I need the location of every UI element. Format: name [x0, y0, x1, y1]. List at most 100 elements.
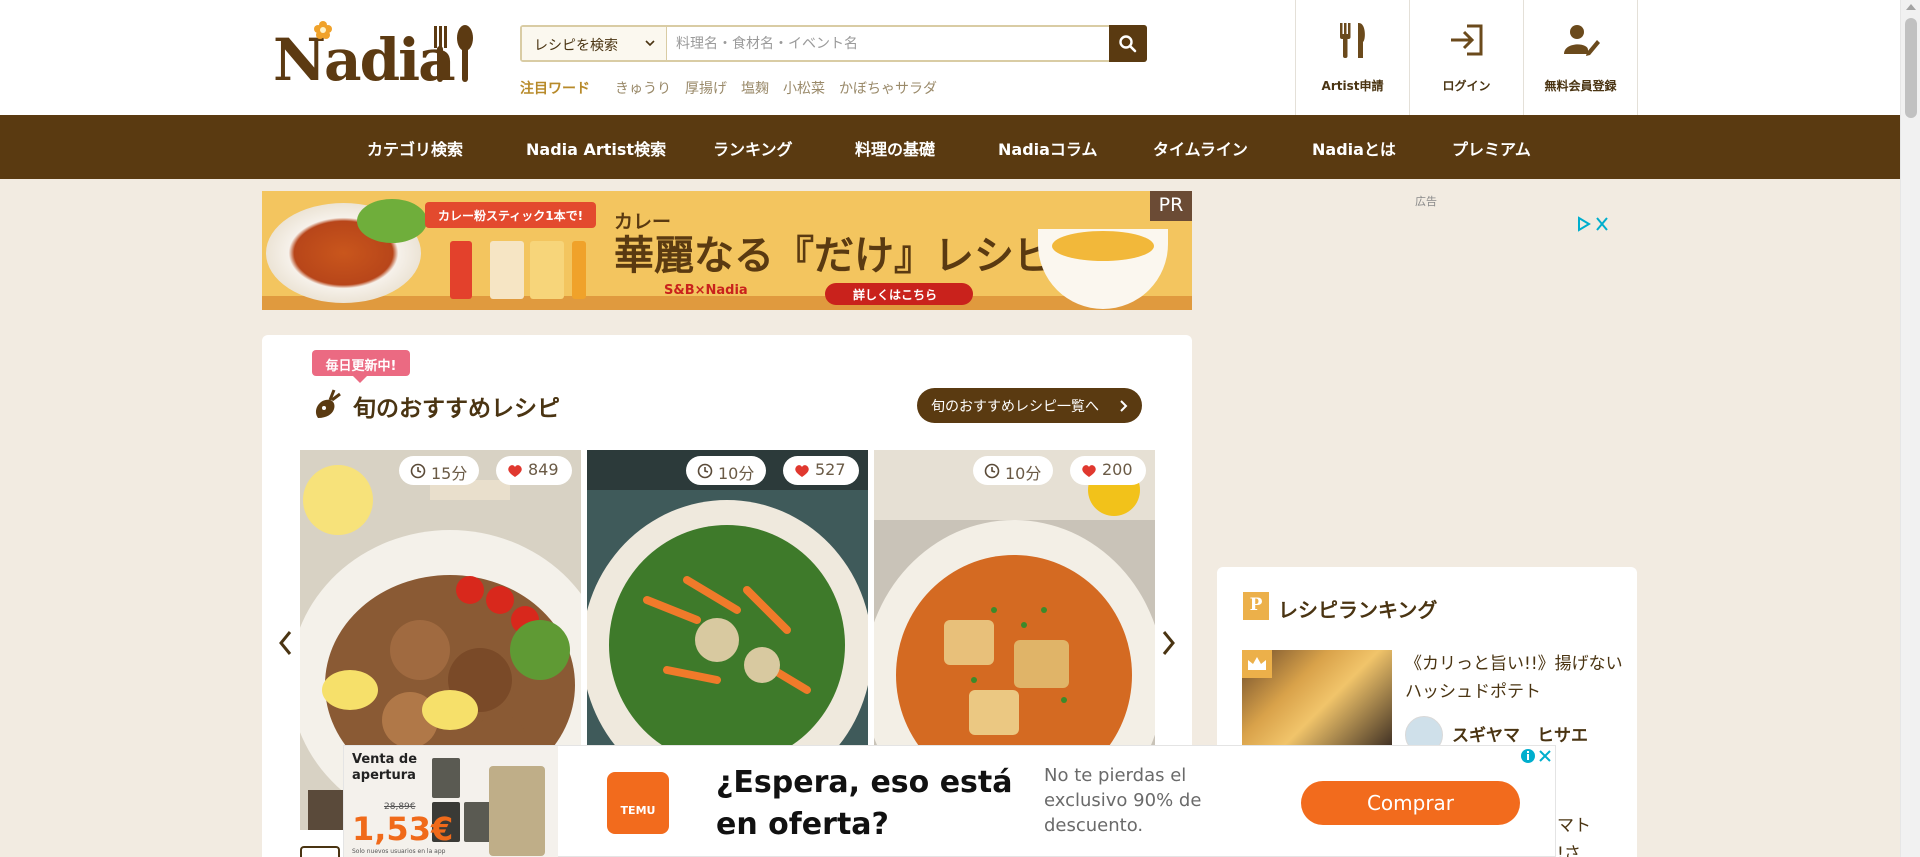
product-stick — [450, 241, 472, 299]
chevron-right-icon — [1120, 400, 1128, 412]
ad-product-image — [489, 766, 545, 856]
nav-artist-search[interactable]: Nadia Artist検索 — [526, 136, 666, 160]
cook-time: 10分 — [1005, 464, 1042, 483]
clock-icon — [984, 463, 1000, 479]
product-pack — [490, 241, 524, 299]
heart-icon — [1082, 465, 1096, 477]
keyword-link[interactable]: 塩麹 — [741, 78, 769, 98]
ad-product-image: Venta de apertura 28,89€ 1,53€ Solo nuev… — [344, 746, 558, 857]
ad-buy-button[interactable]: Comprar — [1301, 781, 1520, 825]
product-pack — [530, 241, 564, 299]
keyword-link[interactable]: 厚揚げ — [685, 78, 727, 98]
temu-logo: TEMU — [607, 772, 669, 834]
flower-icon — [314, 21, 332, 39]
user-edit-icon — [1564, 25, 1600, 56]
product-stick — [572, 241, 586, 299]
bottom-ad-banner[interactable]: Venta de apertura 28,89€ 1,53€ Solo nuev… — [343, 745, 1556, 857]
like-count-badge: 527 — [783, 456, 859, 485]
ad-close-icon[interactable] — [1519, 747, 1555, 765]
section-title: 旬のおすすめレシピ — [353, 396, 560, 422]
ranking-icon-letter: P — [1249, 595, 1263, 615]
nadia-logo[interactable]: Nadia — [273, 20, 483, 94]
search-icon — [1119, 35, 1137, 53]
like-count: 527 — [815, 460, 846, 479]
ranking-recipe-name[interactable]: 《カリっと旨い!!》揚げないハッシュドポテト — [1405, 650, 1625, 706]
search-type-select[interactable]: レシピを検索 — [522, 27, 667, 60]
keyword-link[interactable]: かぼちゃサラダ — [839, 78, 937, 98]
login-button[interactable]: ログイン — [1410, 0, 1524, 115]
register-label: 無料会員登録 — [1544, 79, 1617, 93]
search-input[interactable] — [668, 27, 1108, 60]
pr-badge: PR — [1150, 191, 1192, 221]
recommend-link-label: 旬のおすすめレシピ一覧へ — [931, 399, 1099, 415]
cook-time-badge: 10分 — [686, 456, 766, 485]
nav-cooking-basics[interactable]: 料理の基礎 — [855, 136, 935, 160]
nav-category-search[interactable]: カテゴリ検索 — [367, 136, 463, 160]
like-count: 849 — [528, 460, 559, 479]
clock-icon — [410, 463, 426, 479]
heart-icon — [508, 465, 522, 477]
nav-column[interactable]: Nadiaコラム — [998, 136, 1097, 160]
banner-brand: S&B×Nadia — [664, 283, 748, 298]
search-button[interactable] — [1109, 25, 1147, 62]
keyword-link[interactable]: きゅうり — [615, 78, 671, 98]
ad-sale-text: Venta de apertura — [352, 752, 418, 783]
like-count: 200 — [1102, 460, 1133, 479]
ad-description: No te pierdas el exclusivo 90% de descue… — [1044, 765, 1202, 836]
chevron-down-icon — [645, 40, 655, 47]
ad-product-image — [432, 758, 460, 798]
ranking-user-name[interactable]: スギヤマ ヒサエ — [1452, 721, 1588, 746]
clock-icon — [697, 463, 713, 479]
scroll-up-icon[interactable] — [1906, 4, 1916, 10]
keyword-link[interactable]: 小松菜 — [783, 78, 825, 98]
nav-about[interactable]: Nadiaとは — [1312, 136, 1396, 160]
banner-tag: カレー粉スティック1本で! — [425, 202, 596, 228]
ad-fine-print: Solo nuevos usuarios en la app — [352, 848, 446, 855]
banner-stripe — [262, 296, 1192, 310]
page-scrollbar[interactable] — [1900, 0, 1920, 857]
scrollbar-thumb[interactable] — [1905, 18, 1917, 118]
register-button[interactable]: 無料会員登録 — [1524, 0, 1638, 115]
crown-icon — [1242, 650, 1272, 678]
main-nav: カテゴリ検索 Nadia Artist検索 ランキング 料理の基礎 Nadiaコ… — [0, 115, 1900, 179]
fork-knife-icon — [1340, 23, 1365, 58]
salad-image — [357, 199, 427, 243]
trending-keywords-label: 注目ワード — [520, 81, 590, 97]
search-bar: レシピを検索 — [520, 25, 1147, 62]
nav-premium[interactable]: プレミアム — [1452, 136, 1531, 160]
temu-logo-text: TEMU — [620, 804, 656, 817]
daily-update-badge: 毎日更新中! — [312, 350, 410, 383]
pr-banner[interactable]: カレー粉スティック1本で! カレー 華麗なる『だけ』レシピ S&B×Nadia … — [262, 191, 1192, 310]
artist-apply-label: Artist申請 — [1321, 79, 1384, 93]
nav-timeline[interactable]: タイムライン — [1153, 136, 1248, 160]
like-count-badge: 200 — [1070, 456, 1146, 485]
cook-time-badge: 10分 — [973, 456, 1053, 485]
ranking-icon: P — [1243, 592, 1269, 620]
search-type-label: レシピを検索 — [534, 38, 618, 54]
fork-spoon-icon — [434, 25, 473, 82]
cook-time: 10分 — [718, 464, 755, 483]
header-account-nav: Artist申請 ログイン 無料会員登録 — [1295, 0, 1638, 115]
ad-headline: ¿Espera, eso está en oferta? — [716, 765, 1013, 842]
ranking-title: レシピランキング — [1278, 598, 1438, 622]
login-icon — [1451, 24, 1483, 56]
login-label: ログイン — [1442, 79, 1491, 93]
cook-time-badge: 15分 — [399, 456, 479, 485]
ad-price: 1,53€ — [352, 810, 454, 848]
artist-apply-button[interactable]: Artist申請 — [1296, 0, 1410, 115]
recipe-tag-edge — [300, 846, 340, 857]
trending-keywords: 注目ワード きゅうり 厚揚げ 塩麹 小松菜 かぼちゃサラダ — [520, 78, 951, 98]
soup-image — [1052, 231, 1154, 261]
banner-cta-button[interactable]: 詳しくはこちら — [825, 283, 973, 305]
ad-product-image — [464, 802, 492, 842]
logo-text: Nadia — [273, 26, 456, 94]
adchoices-icon[interactable] — [1575, 215, 1615, 233]
carousel-next-icon[interactable] — [1162, 630, 1176, 656]
heart-icon — [795, 465, 809, 477]
like-count-badge: 849 — [496, 456, 572, 485]
banner-headline: 華麗なる『だけ』レシピ — [614, 232, 1054, 279]
ad-label: 広告 — [1415, 195, 1437, 208]
recommend-list-link[interactable]: 旬のおすすめレシピ一覧へ — [917, 388, 1142, 423]
nav-ranking[interactable]: ランキング — [713, 136, 793, 160]
carousel-prev-icon[interactable] — [278, 630, 292, 656]
